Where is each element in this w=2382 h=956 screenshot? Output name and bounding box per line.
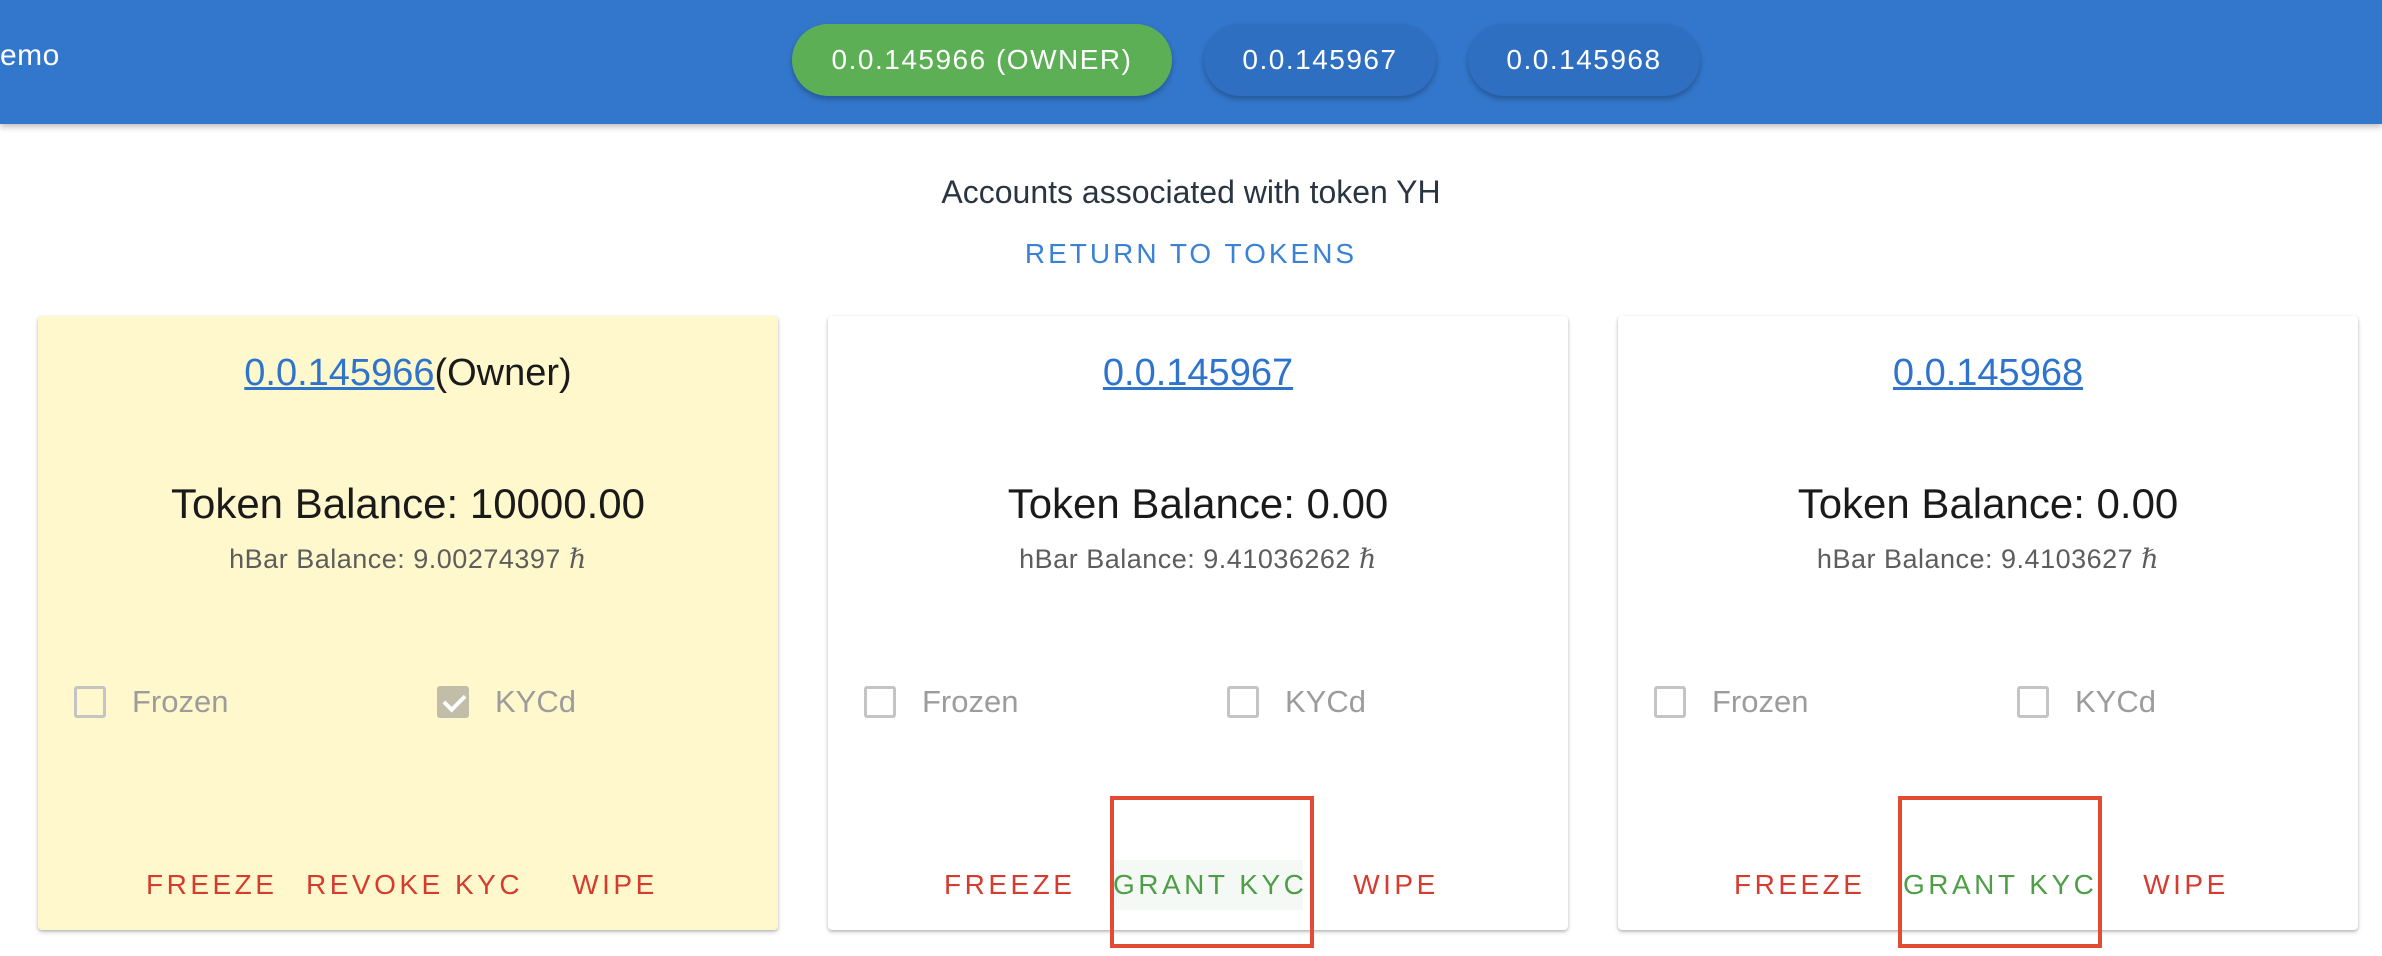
- frozen-checkbox[interactable]: [864, 686, 896, 718]
- account-card-title: 0.0.145967: [828, 352, 1568, 395]
- hbar-balance-value: hBar Balance: 9.41036262: [1019, 544, 1351, 574]
- app-title: emo: [0, 39, 60, 72]
- hbar-symbol: ℏ: [1358, 544, 1377, 575]
- frozen-label: Frozen: [132, 684, 229, 719]
- account-card-145967: 0.0.145967 Token Balance: 0.00 hBar Bala…: [828, 316, 1568, 930]
- hbar-balance: hBar Balance: 9.41036262 ℏ: [828, 544, 1568, 575]
- kyc-label: KYCd: [2075, 684, 2156, 719]
- frozen-label: Frozen: [922, 684, 1019, 719]
- kyc-row: KYCd: [1227, 684, 1366, 720]
- account-card-owner: 0.0.145966(Owner) Token Balance: 10000.0…: [38, 316, 778, 930]
- card-actions: FREEZE GRANT KYC WIPE: [828, 860, 1568, 910]
- account-button-145968[interactable]: 0.0.145968: [1468, 24, 1700, 96]
- freeze-button[interactable]: FREEZE: [146, 860, 274, 910]
- return-to-tokens-link[interactable]: RETURN TO TOKENS: [1025, 238, 1357, 269]
- frozen-checkbox[interactable]: [74, 686, 106, 718]
- account-id-link[interactable]: 0.0.145968: [1893, 352, 2083, 394]
- hbar-symbol: ℏ: [568, 544, 587, 575]
- return-to-tokens-link-wrap: RETURN TO TOKENS: [0, 238, 2382, 270]
- freeze-button[interactable]: FREEZE: [944, 860, 1072, 910]
- account-button-owner[interactable]: 0.0.145966 (OWNER): [792, 24, 1172, 96]
- hbar-balance-value: hBar Balance: 9.00274397: [229, 544, 561, 574]
- kyc-checkbox[interactable]: [2017, 686, 2049, 718]
- wipe-button[interactable]: WIPE: [572, 860, 658, 910]
- wipe-button[interactable]: WIPE: [2143, 860, 2229, 910]
- owner-suffix: (Owner): [434, 352, 572, 394]
- account-card-145968: 0.0.145968 Token Balance: 0.00 hBar Bala…: [1618, 316, 2358, 930]
- frozen-label: Frozen: [1712, 684, 1809, 719]
- frozen-row: Frozen: [74, 684, 228, 720]
- grant-kyc-button[interactable]: GRANT KYC: [1113, 860, 1304, 910]
- token-balance: Token Balance: 0.00: [1797, 480, 2179, 527]
- revoke-kyc-button[interactable]: REVOKE KYC: [306, 860, 520, 910]
- account-button-145967[interactable]: 0.0.145967: [1204, 24, 1436, 96]
- page-subtitle: Accounts associated with token YH: [941, 174, 1441, 210]
- account-card-title: 0.0.145966(Owner): [38, 352, 778, 395]
- frozen-row: Frozen: [1654, 684, 1808, 720]
- kyc-checkbox[interactable]: [1227, 686, 1259, 718]
- grant-kyc-button[interactable]: GRANT KYC: [1903, 860, 2094, 910]
- frozen-row: Frozen: [864, 684, 1018, 720]
- freeze-button[interactable]: FREEZE: [1734, 860, 1862, 910]
- kyc-row: KYCd: [2017, 684, 2156, 720]
- kyc-label: KYCd: [495, 684, 576, 719]
- account-id-link[interactable]: 0.0.145966: [244, 352, 434, 394]
- top-app-bar: emo 0.0.145966 (OWNER) 0.0.145967 0.0.14…: [0, 0, 2382, 124]
- wipe-button[interactable]: WIPE: [1353, 860, 1439, 910]
- kyc-row: KYCd: [437, 684, 576, 720]
- card-actions: FREEZE REVOKE KYC WIPE: [38, 860, 778, 910]
- hbar-balance: hBar Balance: 9.4103627 ℏ: [1618, 544, 2358, 575]
- token-balance: Token Balance: 10000.00: [170, 480, 646, 527]
- hbar-balance: hBar Balance: 9.00274397 ℏ: [38, 544, 778, 575]
- hbar-balance-value: hBar Balance: 9.4103627: [1816, 544, 2134, 574]
- kyc-checkbox[interactable]: [437, 686, 469, 718]
- frozen-checkbox[interactable]: [1654, 686, 1686, 718]
- token-balance: Token Balance: 0.00: [1007, 480, 1389, 527]
- card-actions: FREEZE GRANT KYC WIPE: [1618, 860, 2358, 910]
- account-id-link[interactable]: 0.0.145967: [1103, 352, 1293, 394]
- account-card-title: 0.0.145968: [1618, 352, 2358, 395]
- hbar-symbol: ℏ: [2141, 544, 2160, 575]
- kyc-label: KYCd: [1285, 684, 1366, 719]
